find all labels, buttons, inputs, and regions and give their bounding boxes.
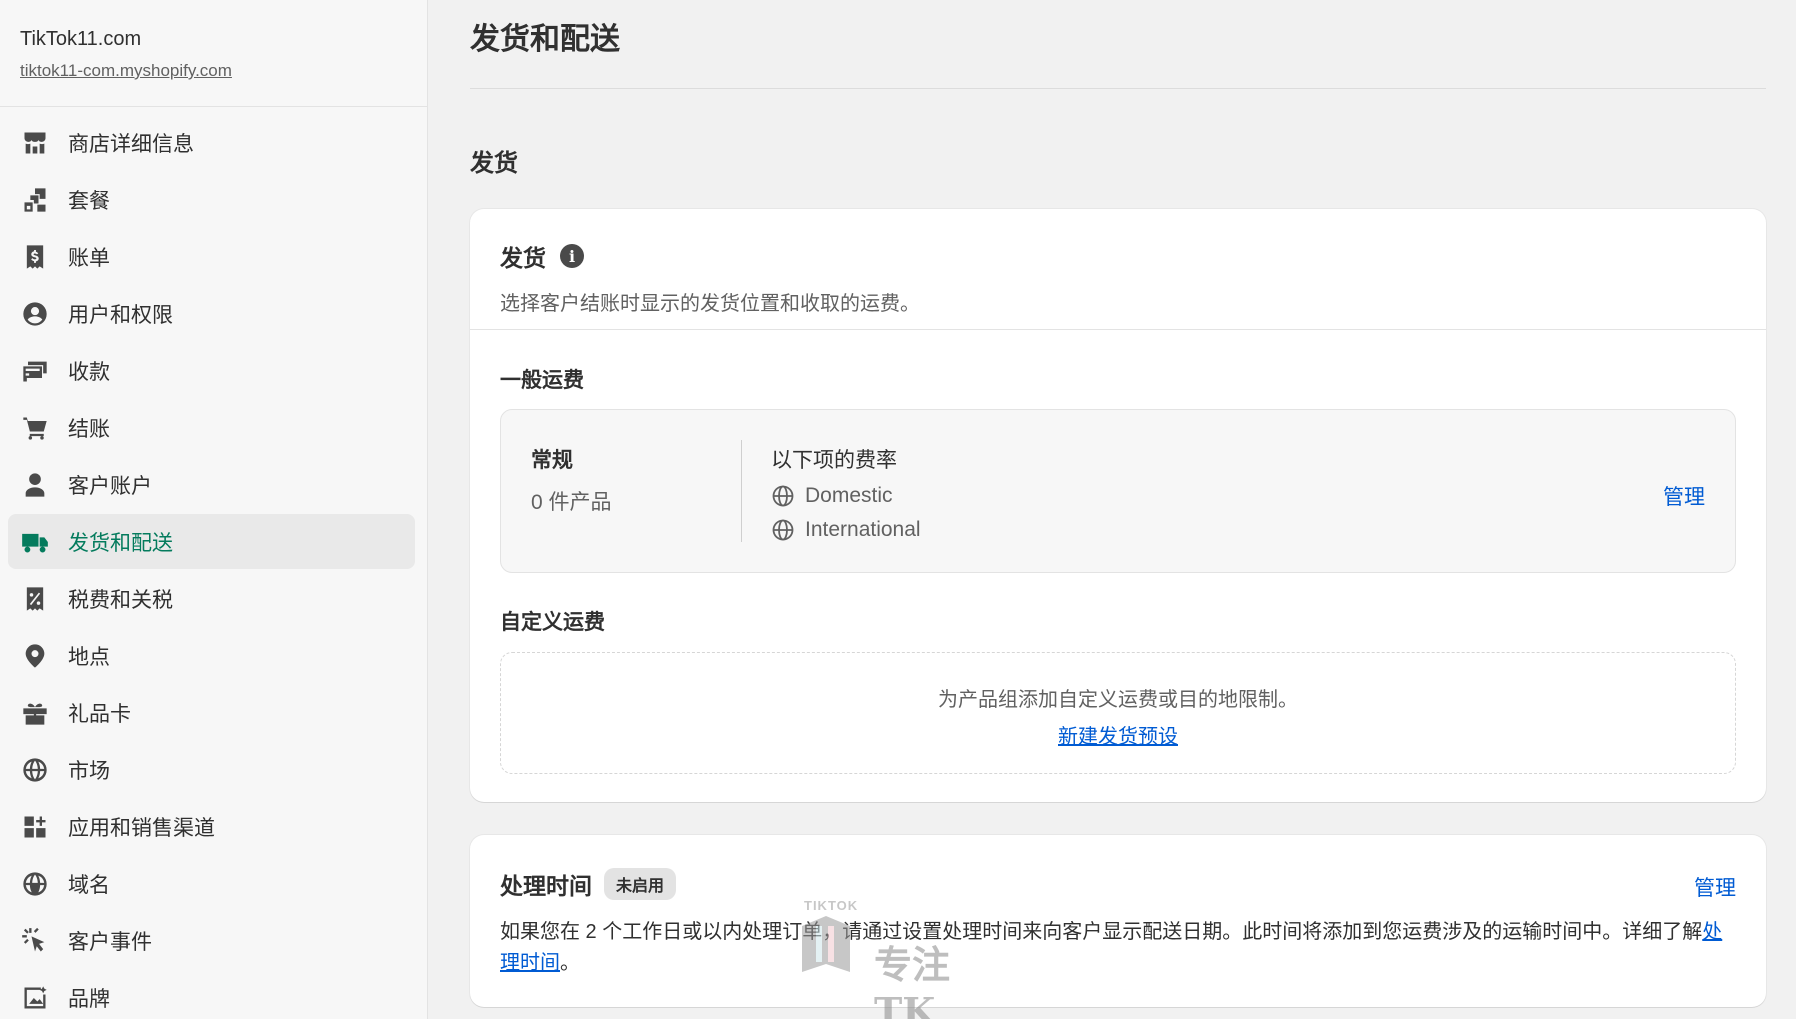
sidebar-item-store-details[interactable]: 商店详细信息 [8,115,415,170]
shipping-card: 发货 i 选择客户结账时显示的发货位置和收取的运费。 一般运费 常规 0 件产品… [470,209,1766,802]
page-title: 发货和配送 [470,23,620,56]
store-icon [20,128,50,158]
cursor-click-icon [20,926,50,956]
domain-globe-icon [20,869,50,899]
globe-icon [772,519,794,541]
sidebar-item-label: 发货和配送 [68,531,173,555]
sidebar-item-plan[interactable]: 套餐 [8,172,415,227]
settings-sidebar: TikTok11.com tiktok11-com.myshopify.com … [0,0,428,1019]
sidebar-item-apps[interactable]: 应用和销售渠道 [8,799,415,854]
general-rates-heading: 一般运费 [500,369,584,392]
profile-name: 常规 [531,449,573,472]
sidebar-item-taxes[interactable]: 税费和关税 [8,571,415,626]
location-pin-icon [20,641,50,671]
custom-rates-box: 为产品组添加自定义运费或目的地限制。 新建发货预设 [500,652,1736,774]
gift-icon [20,698,50,728]
globe-icon [772,485,794,507]
zone-international: International [771,518,921,542]
sidebar-item-billing[interactable]: 账单 [8,229,415,284]
settings-nav: 商店详细信息 套餐 账单 用户和权限 收款 结账 客户账户 发货和配送 税费和关… [0,107,427,1019]
sidebar-item-label: 客户账户 [68,474,152,498]
sidebar-item-payments[interactable]: 收款 [8,343,415,398]
sidebar-item-customer-events[interactable]: 客户事件 [8,913,415,968]
sidebar-item-label: 用户和权限 [68,303,173,327]
status-badge: 未启用 [604,868,677,900]
sidebar-item-label: 账单 [68,246,110,270]
sidebar-item-label: 结账 [68,417,110,441]
plan-icon [20,185,50,215]
sidebar-item-gift-cards[interactable]: 礼品卡 [8,685,415,740]
sidebar-item-label: 品牌 [68,987,110,1011]
sidebar-item-users[interactable]: 用户和权限 [8,286,415,341]
rates-label: 以下项的费率 [771,449,897,472]
section-title: 发货 [470,150,518,177]
store-header: TikTok11.com tiktok11-com.myshopify.com [0,0,427,107]
sidebar-item-markets[interactable]: 市场 [8,742,415,797]
info-icon[interactable]: i [560,244,584,268]
custom-rates-text: 为产品组添加自定义运费或目的地限制。 [938,689,1298,711]
shipping-card-header: 发货 i 选择客户结账时显示的发货位置和收取的运费。 [470,209,1766,330]
sidebar-item-label: 税费和关税 [68,588,173,612]
person-icon [20,470,50,500]
sidebar-item-label: 套餐 [68,189,110,213]
sidebar-item-locations[interactable]: 地点 [8,628,415,683]
sidebar-item-label: 应用和销售渠道 [68,816,215,840]
sidebar-item-checkout[interactable]: 结账 [8,400,415,455]
zone-label: International [805,518,921,541]
sidebar-item-label: 域名 [68,873,110,897]
brand-image-icon [20,983,50,1013]
zone-domestic: Domestic [771,484,921,508]
create-shipping-profile-link[interactable]: 新建发货预设 [1058,720,1178,749]
tax-icon [20,584,50,614]
custom-rates-heading: 自定义运费 [500,611,605,634]
shipping-card-subtitle: 选择客户结账时显示的发货位置和收取的运费。 [500,293,920,315]
sidebar-item-label: 客户事件 [68,930,152,954]
title-divider [470,88,1766,89]
sidebar-item-label: 地点 [68,645,110,669]
sidebar-item-label: 礼品卡 [68,702,131,726]
sidebar-item-customer-accounts[interactable]: 客户账户 [8,457,415,512]
sidebar-item-brand[interactable]: 品牌 [8,970,415,1019]
sidebar-item-label: 收款 [68,360,110,384]
manage-processing-time-link[interactable]: 管理 [1694,872,1736,902]
general-profile-box: 常规 0 件产品 以下项的费率 Domestic International 管… [500,409,1736,573]
processing-time-description: 如果您在 2 个工作日或以内处理订单，请通过设置处理时间来向客户显示配送日期。此… [500,917,1736,979]
cart-icon [20,413,50,443]
shipping-card-title: 发货 [500,245,546,271]
sidebar-item-domains[interactable]: 域名 [8,856,415,911]
profile-product-count: 0 件产品 [531,491,612,514]
processing-body-end: 。 [560,952,580,974]
truck-icon [20,527,50,557]
user-circle-icon [20,299,50,329]
payments-icon [20,356,50,386]
store-name: TikTok11.com [20,28,142,50]
sidebar-item-shipping[interactable]: 发货和配送 [8,514,415,569]
billing-icon [20,242,50,272]
processing-time-card: 处理时间 未启用 管理 如果您在 2 个工作日或以内处理订单，请通过设置处理时间… [470,835,1766,1007]
apps-icon [20,812,50,842]
sidebar-item-label: 市场 [68,759,110,783]
globe-icon [20,755,50,785]
zone-label: Domestic [805,484,893,507]
manage-general-rates-link[interactable]: 管理 [1663,481,1705,511]
store-url-link[interactable]: tiktok11-com.myshopify.com [20,61,232,81]
sidebar-item-label: 商店详细信息 [68,132,194,156]
processing-body-text: 如果您在 2 个工作日或以内处理订单，请通过设置处理时间来向客户显示配送日期。此… [500,921,1703,943]
processing-time-title: 处理时间 [500,873,592,899]
profile-divider [741,440,742,542]
